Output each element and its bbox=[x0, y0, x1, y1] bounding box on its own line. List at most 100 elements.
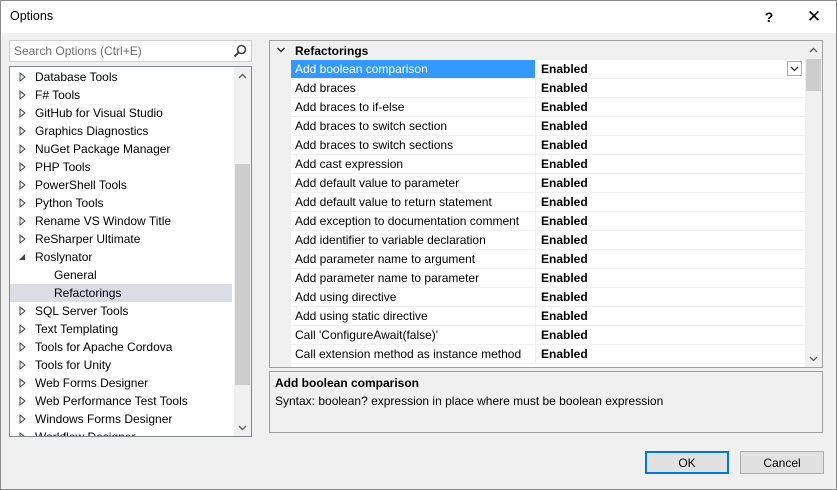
tree-item-tools-for-apache-cordova[interactable]: Tools for Apache Cordova bbox=[10, 338, 232, 356]
property-value[interactable]: Enabled bbox=[538, 193, 806, 211]
property-value[interactable]: Enabled bbox=[538, 212, 806, 230]
property-name[interactable]: Add braces to switch sections bbox=[291, 136, 536, 154]
expand-arrow-icon[interactable] bbox=[18, 122, 28, 140]
tree-item-refactorings[interactable]: Refactorings bbox=[10, 284, 232, 302]
scroll-up-arrow-icon[interactable] bbox=[805, 41, 822, 58]
expand-arrow-icon[interactable] bbox=[18, 68, 28, 86]
collapse-arrow-icon[interactable] bbox=[18, 248, 28, 266]
tree-item-resharper-ultimate[interactable]: ReSharper Ultimate bbox=[10, 230, 232, 248]
expand-arrow-icon[interactable] bbox=[18, 410, 28, 428]
property-row[interactable]: Add braces Enabled bbox=[291, 79, 805, 98]
expand-arrow-icon[interactable] bbox=[18, 176, 28, 194]
property-name[interactable]: Add braces to if-else bbox=[291, 98, 536, 116]
property-value[interactable]: Enabled bbox=[538, 288, 806, 306]
expand-arrow-icon[interactable] bbox=[18, 338, 28, 356]
property-value[interactable]: Enabled bbox=[538, 307, 806, 325]
expand-arrow-icon[interactable] bbox=[18, 212, 28, 230]
property-value[interactable]: Enabled bbox=[538, 155, 806, 173]
property-row[interactable]: Add default value to parameter Enabled bbox=[291, 174, 805, 193]
expand-arrow-icon[interactable] bbox=[18, 158, 28, 176]
property-row[interactable]: Add default value to return statement Ena… bbox=[291, 193, 805, 212]
property-name[interactable]: Add boolean comparison bbox=[291, 60, 536, 78]
property-value[interactable]: Enabled bbox=[538, 345, 806, 363]
grid-scrollbar[interactable] bbox=[805, 41, 822, 367]
property-row[interactable]: Add boolean comparison Enabled bbox=[291, 60, 805, 79]
property-name[interactable]: Add identifier to variable declaration bbox=[291, 231, 536, 249]
property-name[interactable]: Add braces to switch section bbox=[291, 117, 536, 135]
property-value[interactable]: Enabled bbox=[538, 98, 806, 116]
expand-arrow-icon[interactable] bbox=[18, 230, 28, 248]
scroll-down-arrow-icon[interactable] bbox=[234, 419, 251, 436]
scroll-down-arrow-icon[interactable] bbox=[805, 350, 822, 367]
property-name[interactable]: Add parameter name to parameter bbox=[291, 269, 536, 287]
expand-arrow-icon[interactable] bbox=[18, 392, 28, 410]
expand-arrow-icon[interactable] bbox=[18, 194, 28, 212]
search-input[interactable] bbox=[10, 41, 229, 61]
property-row[interactable]: Add parameter name to argument Enabled bbox=[291, 250, 805, 269]
property-value[interactable]: Enabled bbox=[538, 269, 806, 287]
tree-item-web-performance-test-tools[interactable]: Web Performance Test Tools bbox=[10, 392, 232, 410]
title-bar[interactable]: Options ? ✕ bbox=[1, 1, 836, 33]
property-name[interactable]: Add exception to documentation comment bbox=[291, 212, 536, 230]
scroll-up-arrow-icon[interactable] bbox=[234, 67, 251, 84]
expand-arrow-icon[interactable] bbox=[18, 356, 28, 374]
property-row[interactable]: Add identifier to variable declaration En… bbox=[291, 231, 805, 250]
property-name[interactable]: Add default value to parameter bbox=[291, 174, 536, 192]
expand-arrow-icon[interactable] bbox=[18, 428, 28, 437]
property-name[interactable]: Add cast expression bbox=[291, 155, 536, 173]
property-value[interactable]: Enabled bbox=[538, 326, 806, 344]
property-value[interactable]: Enabled bbox=[538, 79, 806, 97]
property-name[interactable]: Add parameter name to argument bbox=[291, 250, 536, 268]
close-button[interactable]: ✕ bbox=[792, 1, 836, 33]
expand-arrow-icon[interactable] bbox=[18, 302, 28, 320]
ok-button[interactable]: OK bbox=[645, 451, 729, 474]
category-header[interactable]: Refactorings bbox=[270, 41, 805, 60]
tree-item-roslynator[interactable]: Roslynator bbox=[10, 248, 232, 266]
tree-item-graphics-diagnostics[interactable]: Graphics Diagnostics bbox=[10, 122, 232, 140]
tree-item-sql-server-tools[interactable]: SQL Server Tools bbox=[10, 302, 232, 320]
expand-arrow-icon[interactable] bbox=[18, 104, 28, 122]
search-icon[interactable] bbox=[232, 43, 248, 59]
dropdown-chevron-icon[interactable] bbox=[787, 61, 802, 76]
tree-item-database-tools[interactable]: Database Tools bbox=[10, 68, 232, 86]
category-collapse-icon[interactable] bbox=[276, 45, 286, 55]
tree-item-windows-forms-designer[interactable]: Windows Forms Designer bbox=[10, 410, 232, 428]
expand-arrow-icon[interactable] bbox=[18, 320, 28, 338]
tree-item-f-tools[interactable]: F# Tools bbox=[10, 86, 232, 104]
property-value[interactable]: Enabled bbox=[538, 117, 806, 135]
property-value[interactable]: Enabled bbox=[538, 250, 806, 268]
tree-item-tools-for-unity[interactable]: Tools for Unity bbox=[10, 356, 232, 374]
property-grid[interactable]: Refactorings Add boolean comparison Enabl… bbox=[269, 40, 823, 368]
property-value[interactable]: Enabled bbox=[538, 136, 806, 154]
property-row[interactable]: Add using directive Enabled bbox=[291, 288, 805, 307]
cancel-button[interactable]: Cancel bbox=[740, 451, 824, 474]
property-row[interactable]: Add parameter name to parameter Enabled bbox=[291, 269, 805, 288]
tree-scroll-thumb[interactable] bbox=[235, 164, 250, 385]
tree-item-web-forms-designer[interactable]: Web Forms Designer bbox=[10, 374, 232, 392]
expand-arrow-icon[interactable] bbox=[18, 86, 28, 104]
grid-scroll-thumb[interactable] bbox=[806, 59, 821, 91]
expand-arrow-icon[interactable] bbox=[18, 140, 28, 158]
property-row[interactable]: Call 'ConfigureAwait(false)' Enabled bbox=[291, 326, 805, 345]
tree-item-python-tools[interactable]: Python Tools bbox=[10, 194, 232, 212]
property-name[interactable]: Add default value to return statement bbox=[291, 193, 536, 211]
search-box[interactable] bbox=[9, 40, 252, 62]
tree-item-powershell-tools[interactable]: PowerShell Tools bbox=[10, 176, 232, 194]
tree-item-github-for-visual-studio[interactable]: GitHub for Visual Studio bbox=[10, 104, 232, 122]
property-name[interactable]: Call 'ConfigureAwait(false)' bbox=[291, 326, 536, 344]
tree-item-nuget-package-manager[interactable]: NuGet Package Manager bbox=[10, 140, 232, 158]
property-value[interactable]: Enabled bbox=[538, 231, 806, 249]
tree-scrollbar[interactable] bbox=[234, 67, 251, 436]
tree-item-php-tools[interactable]: PHP Tools bbox=[10, 158, 232, 176]
property-row[interactable]: Add using static directive Enabled bbox=[291, 307, 805, 326]
property-value[interactable]: Enabled bbox=[538, 60, 806, 78]
property-row[interactable]: Call extension method as instance method… bbox=[291, 345, 805, 364]
property-name[interactable]: Add using static directive bbox=[291, 307, 536, 325]
options-tree[interactable]: Database Tools F# Tools GitHub for Visual … bbox=[9, 66, 252, 437]
help-button[interactable]: ? bbox=[747, 1, 791, 33]
expand-arrow-icon[interactable] bbox=[18, 374, 28, 392]
property-row[interactable]: Add braces to if-else Enabled bbox=[291, 98, 805, 117]
property-row[interactable]: Add braces to switch section Enabled bbox=[291, 117, 805, 136]
property-row[interactable]: Add exception to documentation comment En… bbox=[291, 212, 805, 231]
tree-item-text-templating[interactable]: Text Templating bbox=[10, 320, 232, 338]
